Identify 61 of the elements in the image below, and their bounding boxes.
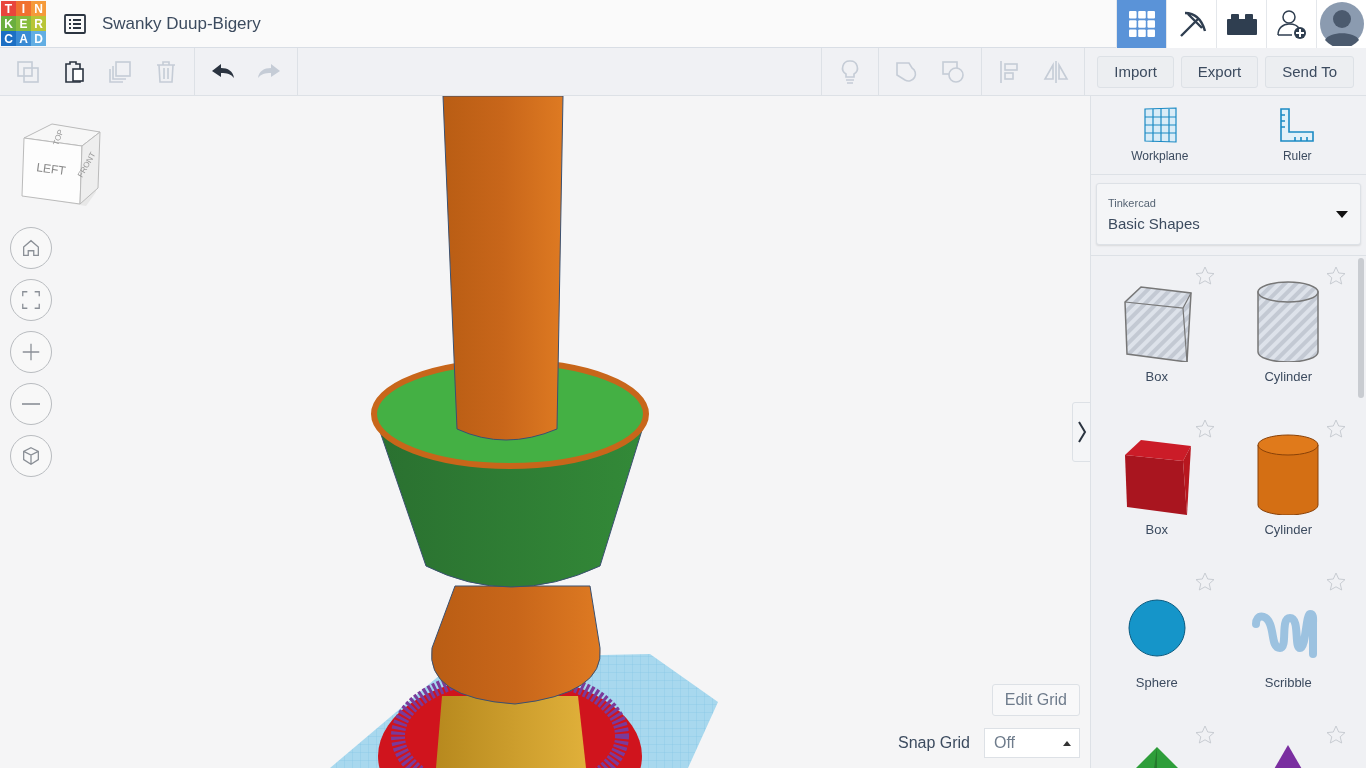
design-title[interactable]: Swanky Duup-Bigery xyxy=(102,13,261,34)
star-icon[interactable] xyxy=(1194,725,1215,745)
workplane-tool[interactable]: Workplane xyxy=(1091,96,1229,174)
grid-plane-icon xyxy=(1142,107,1177,143)
logo-letter: A xyxy=(16,31,31,46)
toolbar-button[interactable]: Import xyxy=(1097,55,1174,88)
star-icon[interactable] xyxy=(1326,572,1346,592)
copy-icon xyxy=(15,58,41,85)
toolbar-button[interactable]: Send To xyxy=(1265,55,1354,88)
ungroup-icon xyxy=(940,58,967,85)
avatar-icon xyxy=(1319,1,1364,46)
brick-tab[interactable] xyxy=(1216,0,1266,48)
logo-letter: D xyxy=(31,31,46,46)
star-icon[interactable] xyxy=(1194,572,1215,592)
home-view-button[interactable] xyxy=(10,227,52,269)
logo-letter: N xyxy=(31,1,46,16)
star-icon[interactable] xyxy=(1326,419,1346,439)
logo-letter: R xyxy=(31,16,46,31)
scrollbar[interactable] xyxy=(1358,258,1364,398)
zoom-in-icon xyxy=(20,341,42,363)
add-user-tab[interactable] xyxy=(1266,0,1316,48)
toolbar-button[interactable]: Export xyxy=(1180,55,1259,88)
star-icon[interactable] xyxy=(1194,266,1215,286)
mirror-icon xyxy=(1043,58,1070,85)
grid-icon xyxy=(1128,10,1155,37)
logo-letter: T xyxy=(1,1,16,16)
home-icon xyxy=(20,237,42,259)
cube-icon xyxy=(20,445,42,467)
shape-label: Box xyxy=(1145,522,1168,537)
shape-label: Box xyxy=(1145,369,1168,384)
collapse-panel-button[interactable] xyxy=(1072,402,1090,462)
star-icon[interactable] xyxy=(1326,266,1346,286)
fit-view-icon xyxy=(20,289,42,311)
logo-letter: K xyxy=(1,16,16,31)
logo-letter: I xyxy=(16,1,31,16)
zoom-in-view-button[interactable] xyxy=(10,331,52,373)
shape-label: Cylinder xyxy=(1264,522,1313,537)
shape-label: Cylinder xyxy=(1264,369,1313,384)
shape-label: Sphere xyxy=(1135,675,1178,690)
pickaxe-tab[interactable] xyxy=(1166,0,1216,48)
avatar-tab[interactable] xyxy=(1316,0,1366,48)
ruler-tool[interactable]: Ruler xyxy=(1228,96,1366,174)
caret-icon xyxy=(1063,740,1071,746)
ruler-icon xyxy=(1279,107,1316,143)
brick-icon xyxy=(1226,12,1257,35)
logo-letter: E xyxy=(16,16,31,31)
fit-view-button[interactable] xyxy=(10,279,52,321)
chevron-right-icon xyxy=(1077,420,1087,444)
perspective-view-button[interactable] xyxy=(10,435,52,477)
snap-grid-select[interactable]: Off xyxy=(984,728,1080,758)
edit-grid-button[interactable]: Edit Grid xyxy=(991,684,1080,716)
star-icon[interactable] xyxy=(1194,419,1215,439)
shape-label: Scribble xyxy=(1264,675,1312,690)
snap-grid-label: Snap Grid xyxy=(897,734,970,752)
logo-letter: C xyxy=(1,31,16,46)
add-user-icon xyxy=(1275,7,1308,40)
duplicate-icon xyxy=(107,58,133,85)
caret-icon xyxy=(1336,210,1348,218)
star-icon[interactable] xyxy=(1326,725,1346,745)
shape-library-dropdown[interactable]: Tinkercad Basic Shapes xyxy=(1096,183,1361,245)
zoom-out-view-button[interactable] xyxy=(10,383,52,425)
